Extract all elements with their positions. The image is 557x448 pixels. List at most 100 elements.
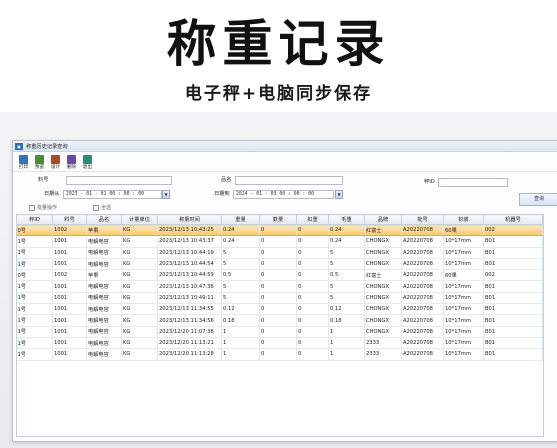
table-cell[interactable]: 0 xyxy=(296,235,329,248)
table-cell[interactable]: 0号 xyxy=(16,224,53,237)
table-cell[interactable]: 5 xyxy=(221,280,260,293)
column-header[interactable]: 数量 xyxy=(259,214,297,225)
table-cell[interactable]: 1号 xyxy=(16,303,53,316)
column-header[interactable]: 料号 xyxy=(52,214,87,225)
table-cell[interactable]: 2333 xyxy=(364,348,402,361)
table-row[interactable]: 1号 1001 电解电容 KG 2023/12/13 10:47:36 5 0 0 5 CHONG… xyxy=(16,280,543,293)
table-cell[interactable]: B01 xyxy=(483,292,543,305)
table-cell[interactable]: 1号 xyxy=(16,337,53,350)
table-cell[interactable]: 1001 xyxy=(52,348,87,361)
table-row[interactable]: 1号 1001 电解电容 KG 2023/12/13 10:43:37 0.24 0 0 0.2… xyxy=(16,235,543,248)
table-cell[interactable]: 002 xyxy=(483,224,543,237)
date-to-dropdown-icon[interactable]: ▼ xyxy=(335,190,343,199)
table-cell[interactable]: 1号 xyxy=(16,326,53,338)
table-cell[interactable]: 0 xyxy=(259,314,297,327)
table-row[interactable]: 1号 1001 电解电容 KG 2023/12/20 11:07:36 1 0 0 1 CHONG… xyxy=(16,326,543,338)
table-cell[interactable]: KG xyxy=(121,314,158,327)
table-cell[interactable]: 0 xyxy=(259,348,297,361)
table-cell[interactable]: 1 xyxy=(221,337,260,350)
table-cell[interactable]: CHONGX xyxy=(364,247,402,259)
table-cell[interactable]: 2023/12/13 10:44:19 xyxy=(157,247,222,259)
table-cell[interactable]: 2023/12/13 11:34:56 xyxy=(157,314,222,327)
table-row[interactable]: 0号 1002 苹果 KG 2023/12/13 10:44:59 0.5 0 0 0.5 红富士… xyxy=(16,269,543,282)
table-cell[interactable]: KG xyxy=(121,292,158,305)
material-no-input[interactable] xyxy=(66,176,172,185)
table-cell[interactable]: 2333 xyxy=(364,337,402,350)
table-cell[interactable]: 2023/12/13 10:43:37 xyxy=(157,235,222,248)
table-cell[interactable]: 1001 xyxy=(52,314,87,327)
table-cell[interactable]: 0 xyxy=(296,326,329,338)
table-cell[interactable]: 5 xyxy=(328,247,365,259)
table-cell[interactable]: 10*17mm xyxy=(443,280,484,293)
column-header[interactable]: 批号 xyxy=(401,214,444,225)
table-cell[interactable]: 10*17mm xyxy=(443,326,484,338)
column-header[interactable]: 秤ID xyxy=(16,214,53,225)
table-cell[interactable]: 10*17mm xyxy=(443,235,484,248)
date-to-input[interactable]: 2024 - 01 - 03 00 : 00 : 00 xyxy=(233,190,334,199)
table-cell[interactable]: 0 xyxy=(259,292,297,305)
table-cell[interactable]: A20220708 xyxy=(401,326,444,338)
table-cell[interactable]: 1号 xyxy=(16,314,53,327)
table-cell[interactable]: 1号 xyxy=(16,235,53,248)
toolbar-button-printer[interactable]: 打印 xyxy=(16,155,31,171)
checkbox-box[interactable] xyxy=(93,204,99,211)
table-cell[interactable]: 0 xyxy=(296,247,329,259)
toolbar-button-exit[interactable]: 退出 xyxy=(80,155,95,171)
table-cell[interactable]: KG xyxy=(121,303,158,316)
table-row[interactable]: 1号 1001 电解电容 KG 2023/12/20 11:13:21 1 0 0 1 2333 A… xyxy=(16,337,543,350)
table-cell[interactable]: 1001 xyxy=(52,258,87,271)
toolbar-button-preview[interactable]: 预览 xyxy=(32,155,47,171)
table-cell[interactable]: 5 xyxy=(221,292,260,305)
toolbar-button-delete[interactable]: 删除 xyxy=(64,155,79,171)
table-cell[interactable]: CHONGX xyxy=(364,314,402,327)
table-row[interactable]: 0号 1002 苹果 KG 2023/12/13 10:43:25 0.24 0 0 0.24 红… xyxy=(16,224,543,237)
table-row[interactable]: 1号 1001 电解电容 KG 2023/12/13 10:44:19 5 0 0 5 CHONG… xyxy=(16,247,543,259)
date-from-input[interactable]: 2023 - 01 - 01 00 : 00 : 00 xyxy=(63,190,162,199)
table-cell[interactable]: B01 xyxy=(483,326,543,338)
table-cell[interactable]: KG xyxy=(121,258,158,271)
table-cell[interactable]: 0.18 xyxy=(221,314,260,327)
table-cell[interactable]: B01 xyxy=(483,235,543,248)
table-cell[interactable]: 1 xyxy=(221,348,260,361)
column-header[interactable]: 机器号 xyxy=(483,214,543,225)
table-cell[interactable]: 10*17mm xyxy=(443,303,484,316)
table-cell[interactable]: 电解电容 xyxy=(86,258,122,271)
table-cell[interactable]: 苹果 xyxy=(86,224,122,237)
table-cell[interactable]: A20220708 xyxy=(401,314,444,327)
table-cell[interactable]: 电解电容 xyxy=(86,292,122,305)
table-cell[interactable]: 0.24 xyxy=(328,224,365,237)
table-cell[interactable]: 1001 xyxy=(52,280,87,293)
table-cell[interactable]: 红富士 xyxy=(364,269,402,282)
table-cell[interactable]: 0 xyxy=(296,269,329,282)
table-cell[interactable]: 1 xyxy=(221,326,260,338)
table-cell[interactable]: 2023/12/13 10:44:59 xyxy=(157,269,222,282)
table-cell[interactable]: 0 xyxy=(296,280,329,293)
table-cell[interactable]: B01 xyxy=(483,348,543,361)
batch-operation-checkbox[interactable]: 批量操作 xyxy=(29,204,57,211)
scale-id-input[interactable] xyxy=(438,178,508,187)
table-cell[interactable]: 电解电容 xyxy=(86,235,122,248)
table-cell[interactable]: 0 xyxy=(296,258,329,271)
table-cell[interactable]: KG xyxy=(121,224,158,237)
table-cell[interactable]: 2023/12/13 11:34:55 xyxy=(157,303,222,316)
column-header[interactable]: 扣重 xyxy=(296,214,329,225)
table-cell[interactable]: 电解电容 xyxy=(86,280,122,293)
table-cell[interactable]: B01 xyxy=(483,258,543,271)
table-cell[interactable]: 0 xyxy=(259,247,297,259)
table-cell[interactable]: 5 xyxy=(328,292,365,305)
table-cell[interactable]: B01 xyxy=(483,337,543,350)
table-cell[interactable]: A20220708 xyxy=(401,258,444,271)
table-cell[interactable]: 0 xyxy=(259,224,297,237)
table-cell[interactable]: 电解电容 xyxy=(86,314,122,327)
table-cell[interactable]: 0 xyxy=(259,337,297,350)
query-button[interactable]: 查询 xyxy=(519,193,557,206)
table-cell[interactable]: A20220708 xyxy=(401,348,444,361)
table-cell[interactable]: 0.24 xyxy=(221,235,260,248)
table-cell[interactable]: 1 xyxy=(328,337,365,350)
table-cell[interactable]: 0 xyxy=(296,337,329,350)
table-row[interactable]: 1号 1001 电解电容 KG 2023/12/13 11:34:55 0.12 0 0 0.1… xyxy=(16,303,543,316)
table-cell[interactable]: 0 xyxy=(259,280,297,293)
table-cell[interactable]: 0 xyxy=(259,326,297,338)
table-cell[interactable]: CHONGX xyxy=(364,258,402,271)
table-cell[interactable]: 5 xyxy=(328,258,365,271)
